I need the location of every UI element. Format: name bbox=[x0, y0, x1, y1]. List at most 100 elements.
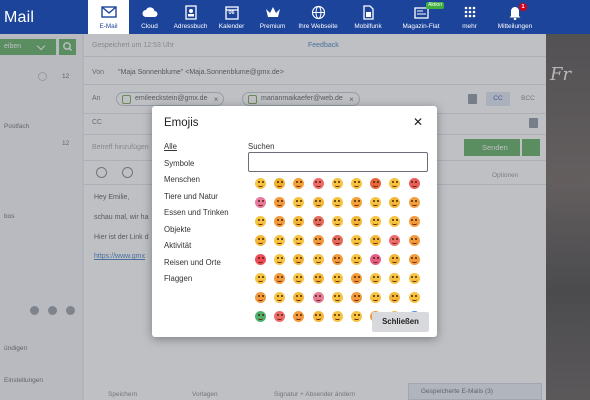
emoji-mouth bbox=[315, 204, 321, 206]
emoji-button[interactable] bbox=[385, 231, 404, 250]
emoji-button[interactable] bbox=[309, 288, 328, 307]
emoji-button[interactable] bbox=[385, 250, 404, 269]
emoji-button[interactable] bbox=[270, 174, 289, 193]
nav-tab-magazin-flat[interactable]: Magazin-Flat Aktion bbox=[393, 0, 449, 34]
emoji-button[interactable] bbox=[289, 307, 308, 326]
nav-tab-mehr[interactable]: mehr bbox=[449, 0, 490, 34]
emoji-button[interactable] bbox=[328, 231, 347, 250]
close-icon[interactable]: ✕ bbox=[413, 115, 423, 129]
emoji-button[interactable] bbox=[251, 269, 270, 288]
emoji-button[interactable] bbox=[251, 250, 270, 269]
category-item[interactable]: Essen und Trinken bbox=[164, 208, 229, 217]
category-item[interactable]: Alle bbox=[164, 142, 177, 151]
emoji-button[interactable] bbox=[270, 307, 289, 326]
category-item[interactable]: Menschen bbox=[164, 175, 200, 184]
category-item[interactable]: Objekte bbox=[164, 225, 191, 234]
emoji-button[interactable] bbox=[366, 193, 385, 212]
emoji-button[interactable] bbox=[289, 193, 308, 212]
emoji-button[interactable] bbox=[347, 212, 366, 231]
emoji-button[interactable] bbox=[347, 250, 366, 269]
emoji-button[interactable] bbox=[405, 212, 424, 231]
emoji-button[interactable] bbox=[289, 174, 308, 193]
category-item[interactable]: Reisen und Orte bbox=[164, 258, 221, 267]
emoji-button[interactable] bbox=[289, 288, 308, 307]
emoji-button[interactable] bbox=[289, 231, 308, 250]
emoji-face-icon bbox=[408, 235, 420, 246]
category-item[interactable]: Aktivität bbox=[164, 241, 191, 250]
nav-tab-mitteilungen[interactable]: Mitteilungen 1 bbox=[490, 0, 540, 34]
emoji-button[interactable] bbox=[366, 288, 385, 307]
emoji-button[interactable] bbox=[347, 231, 366, 250]
emoji-button[interactable] bbox=[289, 269, 308, 288]
emoji-button[interactable] bbox=[385, 193, 404, 212]
emoji-button[interactable] bbox=[270, 231, 289, 250]
emoji-button[interactable] bbox=[270, 212, 289, 231]
emoji-button[interactable] bbox=[309, 307, 328, 326]
emoji-button[interactable] bbox=[270, 250, 289, 269]
nav-tab-e-mail[interactable]: E-Mail bbox=[88, 0, 129, 34]
emoji-button[interactable] bbox=[405, 269, 424, 288]
emoji-button[interactable] bbox=[366, 212, 385, 231]
emoji-button[interactable] bbox=[309, 212, 328, 231]
nav-tab-ihre-webseite[interactable]: Ihre Webseite bbox=[293, 0, 343, 34]
brand-logo[interactable]: Mail bbox=[0, 0, 88, 34]
emoji-button[interactable] bbox=[251, 174, 270, 193]
close-button[interactable]: Schließen bbox=[372, 312, 429, 332]
category-item[interactable]: Flaggen bbox=[164, 274, 192, 283]
emoji-button[interactable] bbox=[366, 174, 385, 193]
emoji-button[interactable] bbox=[328, 212, 347, 231]
emoji-button[interactable] bbox=[328, 174, 347, 193]
emoji-mouth bbox=[373, 261, 379, 263]
emoji-button[interactable] bbox=[328, 307, 347, 326]
nav-tab-mobilfunk[interactable]: Mobilfunk bbox=[343, 0, 393, 34]
category-item[interactable]: Tiere und Natur bbox=[164, 192, 218, 201]
emoji-face-icon bbox=[389, 178, 401, 189]
emoji-button[interactable] bbox=[309, 193, 328, 212]
emoji-button[interactable] bbox=[347, 174, 366, 193]
emoji-button[interactable] bbox=[251, 288, 270, 307]
emoji-button[interactable] bbox=[309, 250, 328, 269]
emoji-button[interactable] bbox=[270, 288, 289, 307]
emoji-button[interactable] bbox=[405, 174, 424, 193]
emoji-button[interactable] bbox=[366, 231, 385, 250]
emoji-face-icon bbox=[351, 216, 363, 227]
emoji-face-icon bbox=[351, 311, 363, 322]
emoji-button[interactable] bbox=[405, 250, 424, 269]
emoji-button[interactable] bbox=[347, 193, 366, 212]
emoji-button[interactable] bbox=[385, 174, 404, 193]
emoji-button[interactable] bbox=[251, 231, 270, 250]
emoji-mouth bbox=[258, 318, 264, 320]
emoji-button[interactable] bbox=[270, 193, 289, 212]
emoji-button[interactable] bbox=[347, 288, 366, 307]
emoji-button[interactable] bbox=[289, 250, 308, 269]
emoji-button[interactable] bbox=[309, 269, 328, 288]
emoji-button[interactable] bbox=[251, 307, 270, 326]
emoji-button[interactable] bbox=[385, 269, 404, 288]
emoji-button[interactable] bbox=[347, 307, 366, 326]
emoji-button[interactable] bbox=[309, 174, 328, 193]
emoji-mouth bbox=[296, 223, 302, 225]
emoji-button[interactable] bbox=[270, 269, 289, 288]
nav-tab-adressbuch[interactable]: Adressbuch bbox=[170, 0, 211, 34]
emoji-button[interactable] bbox=[251, 193, 270, 212]
emoji-button[interactable] bbox=[405, 288, 424, 307]
nav-tab-cloud[interactable]: Cloud bbox=[129, 0, 170, 34]
nav-tab-kalender[interactable]: 06 Kalender bbox=[211, 0, 252, 34]
emoji-button[interactable] bbox=[385, 212, 404, 231]
emoji-search-input[interactable] bbox=[248, 152, 428, 172]
category-item[interactable]: Symbole bbox=[164, 159, 194, 168]
emoji-button[interactable] bbox=[328, 250, 347, 269]
emoji-button[interactable] bbox=[385, 288, 404, 307]
emoji-button[interactable] bbox=[251, 212, 270, 231]
emoji-button[interactable] bbox=[328, 193, 347, 212]
emoji-button[interactable] bbox=[366, 269, 385, 288]
emoji-button[interactable] bbox=[289, 212, 308, 231]
emoji-button[interactable] bbox=[328, 288, 347, 307]
emoji-button[interactable] bbox=[405, 193, 424, 212]
emoji-button[interactable] bbox=[309, 231, 328, 250]
emoji-button[interactable] bbox=[366, 250, 385, 269]
nav-tab-premium[interactable]: Premium bbox=[252, 0, 293, 34]
emoji-button[interactable] bbox=[328, 269, 347, 288]
emoji-button[interactable] bbox=[347, 269, 366, 288]
emoji-button[interactable] bbox=[405, 231, 424, 250]
